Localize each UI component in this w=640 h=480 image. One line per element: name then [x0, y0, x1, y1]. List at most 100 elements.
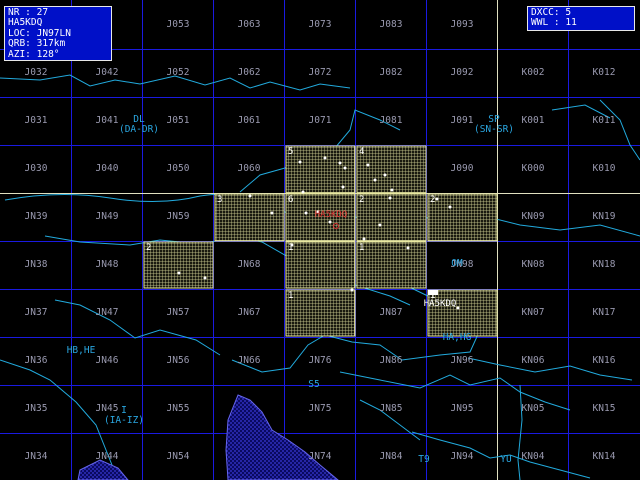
map-label: J083 — [380, 19, 403, 30]
wwl-row: WWL : 11 — [531, 17, 577, 29]
map-label: KN17 — [593, 307, 616, 318]
wwl-label: WWL — [531, 17, 549, 29]
map-label: 6 — [288, 195, 293, 205]
map-label: J062 — [238, 67, 261, 78]
map-label: JN84 — [380, 451, 403, 462]
map-label: JN68 — [238, 259, 261, 270]
contact-info-panel: NR : 27 HA5KDQ LOC: JN97LN QRB: 317km AZ… — [4, 6, 112, 61]
map-label: KN05 — [522, 403, 545, 414]
map-label: J093 — [451, 19, 474, 30]
map-label: J060 — [238, 163, 261, 174]
map-label: KN04 — [522, 451, 545, 462]
map-label: 5 — [288, 147, 293, 157]
map-label: HA,HG — [443, 332, 472, 343]
map-label: J061 — [238, 115, 261, 126]
map-label: 1 — [288, 243, 293, 253]
worked-square-jn69 — [214, 193, 285, 242]
map-label: J032 — [25, 67, 48, 78]
map-label: JN57 — [167, 307, 190, 318]
map-label: J031 — [25, 115, 48, 126]
map-label: JN66 — [238, 355, 261, 366]
map-label: J050 — [167, 163, 190, 174]
map-label: JN39 — [25, 211, 48, 222]
map-label: J073 — [309, 19, 332, 30]
map-label: JN46 — [96, 355, 119, 366]
map-label: OM — [451, 258, 463, 269]
map-label: JN35 — [25, 403, 48, 414]
map-label: J081 — [380, 115, 403, 126]
dxcc-value: 5 — [565, 7, 572, 18]
map-label: S5 — [308, 379, 319, 390]
loc-label: LOC — [8, 27, 26, 39]
map-label: JN38 — [25, 259, 48, 270]
map-label: 1 — [359, 243, 364, 253]
worked-square-jn99 — [427, 193, 498, 242]
map-label: J072 — [309, 67, 332, 78]
map-label: JN96 — [451, 355, 474, 366]
map-label: JN67 — [238, 307, 261, 318]
map-label: J063 — [238, 19, 261, 30]
map-label: K002 — [522, 67, 545, 78]
map-label: JN86 — [380, 355, 403, 366]
map-label: KN14 — [593, 451, 616, 462]
map-label: JN47 — [96, 307, 119, 318]
worked-square-jn58 — [143, 241, 214, 289]
map-label: JN95 — [451, 403, 474, 414]
map-label: (IA-IZ) — [104, 415, 144, 426]
map-label: J041 — [96, 115, 119, 126]
map-label: KN07 — [522, 307, 545, 318]
map-label: T9 — [418, 454, 430, 465]
map-label: J042 — [96, 67, 119, 78]
map-label: J092 — [451, 67, 474, 78]
map-label: J053 — [167, 19, 190, 30]
map-label: JN49 — [96, 211, 119, 222]
map-label: K001 — [522, 115, 545, 126]
map-label: JN44 — [96, 451, 119, 462]
map-label: HA5KDQ — [315, 210, 348, 220]
nr-label: NR — [8, 7, 20, 18]
dxcc-label: DXCC — [531, 7, 554, 18]
map-label: JN85 — [380, 403, 403, 414]
map-label: JN56 — [167, 355, 190, 366]
map-label: JN36 — [25, 355, 48, 366]
callsign-value: HA5KDQ — [8, 17, 43, 29]
map-label: J082 — [380, 67, 403, 78]
map-label: K012 — [593, 67, 616, 78]
map-label: JN76 — [309, 355, 332, 366]
map-label: J051 — [167, 115, 190, 126]
map-label: HA5KDQ — [424, 299, 457, 309]
map-label: KN19 — [593, 211, 616, 222]
map-label: 2 — [359, 195, 364, 205]
map-label: KN08 — [522, 259, 545, 270]
wwl-value: 11 — [565, 17, 577, 29]
map-label: J030 — [25, 163, 48, 174]
map-label: J040 — [96, 163, 119, 174]
worked-square-jn77 — [285, 289, 356, 337]
azi-row: AZI: 128° — [8, 48, 60, 60]
map-label: K000 — [522, 163, 545, 174]
map-label: JN37 — [25, 307, 48, 318]
map-label: (SN-SR) — [474, 124, 514, 135]
worked-square-jn88 — [356, 241, 427, 289]
map-label: JN55 — [167, 403, 190, 414]
map-label: 2 — [146, 243, 151, 253]
azi-label: AZI — [8, 48, 26, 60]
map-label: JN45 — [96, 403, 119, 414]
qrb-value: 317km — [36, 38, 66, 50]
statistics-panel: DXCC: 5 WWL : 11 — [527, 6, 635, 31]
map-label: JN34 — [25, 451, 48, 462]
map-label: J052 — [167, 67, 190, 78]
map-label: JN48 — [96, 259, 119, 270]
azi-value: 128° — [36, 48, 60, 60]
map-label: KN18 — [593, 259, 616, 270]
map-label: K011 — [593, 115, 616, 126]
map-label: J091 — [451, 115, 474, 126]
map-label: 2 — [430, 195, 435, 205]
map-label: JN59 — [167, 211, 190, 222]
map-label: KN15 — [593, 403, 616, 414]
map-label: JN75 — [309, 403, 332, 414]
worked-square-jn97 — [427, 289, 498, 337]
map-label: J090 — [451, 163, 474, 174]
locator-map[interactable]: J053 J063 J073 J083 J093 J032 J042 J052 … — [0, 0, 640, 480]
map-label: 4 — [359, 147, 364, 157]
